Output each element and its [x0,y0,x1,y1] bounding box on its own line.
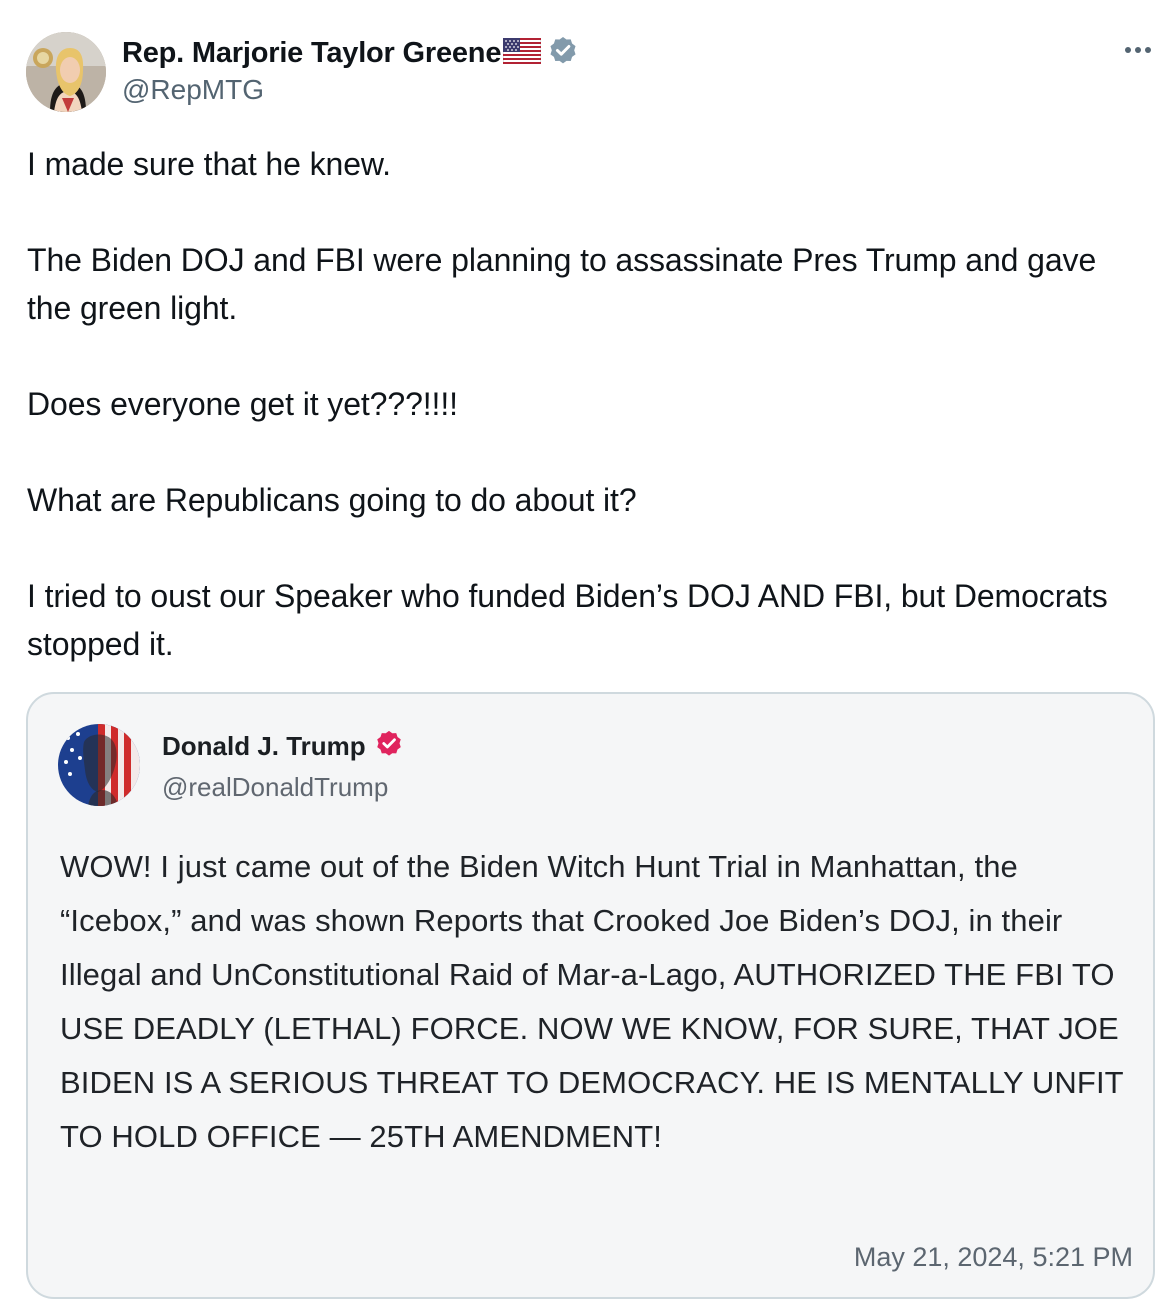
quoted-post-timestamp[interactable]: May 21, 2024, 5:21 PM [854,1242,1133,1273]
flag-portrait-icon [58,724,140,806]
author-avatar[interactable] [26,32,106,112]
more-options-icon [1125,47,1151,53]
tweet-paragraph: The Biden DOJ and FBI were planning to a… [27,242,1097,326]
tweet: Rep. Marjorie Taylor Greene @RepMTG I ma… [0,0,1174,1308]
gray-verified-badge-icon[interactable] [547,35,579,72]
tweet-text: I made sure that he knew. The Biden DOJ … [27,140,1147,668]
quoted-post-card[interactable]: Donald J. Trump @realDonaldTrump WOW! I … [26,692,1155,1299]
red-verified-badge-icon[interactable] [374,729,404,764]
tweet-paragraph: What are Republicans going to do about i… [27,482,637,518]
tweet-paragraph: Does everyone get it yet???!!!! [27,386,458,422]
quoted-author-avatar[interactable] [58,724,140,806]
tweet-paragraph: I tried to oust our Speaker who funded B… [27,578,1108,662]
quoted-author-name[interactable]: Donald J. Trump [162,731,366,762]
quoted-author-handle[interactable]: @realDonaldTrump [162,772,388,803]
author-name-row: Rep. Marjorie Taylor Greene [122,34,579,72]
quoted-author-name-row: Donald J. Trump [162,728,404,764]
more-options-button[interactable] [1120,38,1156,62]
us-flag-icon [502,37,542,69]
author-photo-icon [26,32,106,112]
author-handle[interactable]: @RepMTG [122,74,264,106]
tweet-paragraph: I made sure that he knew. [27,146,391,182]
quoted-post-text: WOW! I just came out of the Biden Witch … [60,849,1124,1154]
author-name[interactable]: Rep. Marjorie Taylor Greene [122,37,501,70]
